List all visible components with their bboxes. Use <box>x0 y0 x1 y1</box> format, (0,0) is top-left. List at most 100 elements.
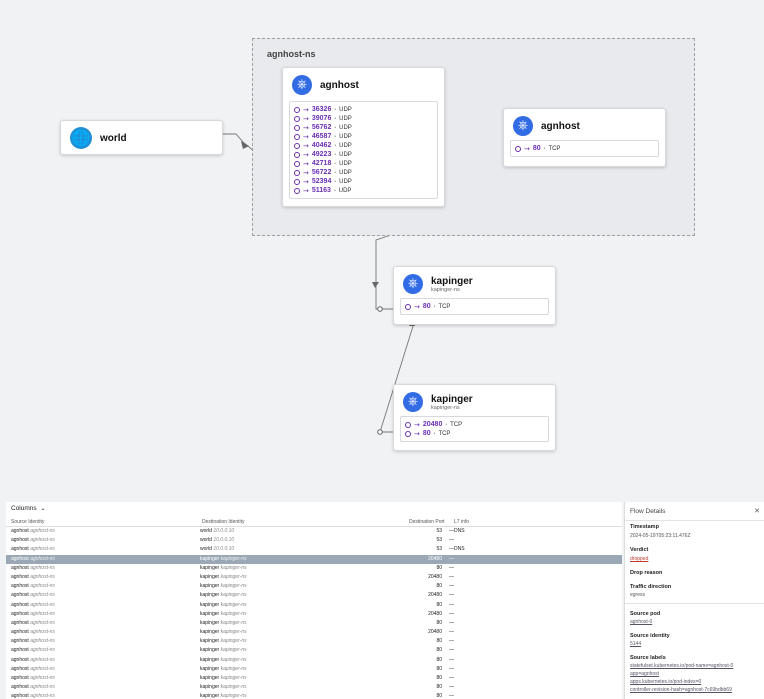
port-status-icon <box>405 430 411 437</box>
table-row[interactable]: agnhost agnhost-ns kapinger kapinger-ns 80… <box>6 683 622 692</box>
cell-port: 80 <box>436 619 442 626</box>
service-map-canvas[interactable]: agnhost-ns 🌐 world ⎈ agnhost → 36326 • UDP →… <box>0 0 764 500</box>
port-protocol: UDP <box>339 106 352 113</box>
port-row: → 49223 • UDP <box>294 150 433 159</box>
table-row[interactable]: agnhost agnhost-ns kapinger kapinger-ns 80… <box>6 564 622 573</box>
cell-source: agnhost agnhost-ns <box>11 601 55 610</box>
cell-source: agnhost agnhost-ns <box>11 692 55 699</box>
cell-source: agnhost agnhost-ns <box>11 527 55 536</box>
cell-source: agnhost agnhost-ns <box>11 536 55 545</box>
cell-port: 80 <box>436 675 442 681</box>
source-namespace: agnhost-ns <box>30 610 55 617</box>
source-name: agnhost <box>11 656 29 663</box>
port-status-icon <box>294 124 300 131</box>
table-row[interactable]: agnhost agnhost-ns kapinger kapinger-ns 80… <box>6 665 622 674</box>
cell-l7: — <box>449 564 454 571</box>
port-protocol: UDP <box>339 133 352 140</box>
separator-dot: • <box>334 124 337 131</box>
table-row[interactable]: agnhost agnhost-ns kapinger kapinger-ns 80… <box>6 637 622 646</box>
source-namespace: agnhost-ns <box>30 675 55 681</box>
port-number: 42718 <box>311 160 332 167</box>
source-name: agnhost <box>11 592 29 599</box>
table-row[interactable]: agnhost agnhost-ns kapinger kapinger-ns 20… <box>6 554 622 564</box>
node-agnhost-source[interactable]: ⎈ agnhost → 36326 • UDP → 39076 • UDP → 56762 • UDP… <box>282 67 445 207</box>
columns-button[interactable]: Columns ⌄ <box>11 505 46 512</box>
cell-destination: kapinger kapinger-ns <box>200 582 247 591</box>
cell-l7: —DNS <box>449 546 465 553</box>
cell-source: agnhost agnhost-ns <box>11 582 55 591</box>
node-kapinger-1[interactable]: ⎈ kapinger kapinger-ns → 80 • TCP <box>393 266 556 325</box>
cell-port: 80 <box>436 638 442 645</box>
destination-name: kapinger <box>200 610 220 617</box>
source-name: agnhost <box>11 573 29 580</box>
source-identity-value[interactable]: 5144 <box>630 641 641 647</box>
table-row[interactable]: agnhost agnhost-ns kapinger kapinger-ns 80… <box>6 674 622 683</box>
port-protocol: UDP <box>339 151 352 158</box>
source-name: agnhost <box>11 528 29 534</box>
table-row[interactable]: agnhost agnhost-ns world 10.0.0.10 53 —DNS <box>6 545 622 554</box>
source-name: agnhost <box>11 647 29 654</box>
destination-name: kapinger <box>200 583 220 590</box>
table-row[interactable]: agnhost agnhost-ns world 10.0.0.10 53 —DNS <box>6 527 622 536</box>
table-row[interactable]: agnhost agnhost-ns kapinger kapinger-ns 20… <box>6 573 622 582</box>
table-row[interactable]: agnhost agnhost-ns kapinger kapinger-ns 80… <box>6 692 622 699</box>
column-header-l7[interactable]: L7 info <box>454 519 469 525</box>
column-header-destination[interactable]: Destination Identity <box>202 519 245 525</box>
table-row[interactable]: agnhost agnhost-ns kapinger kapinger-ns 20… <box>6 610 622 619</box>
node-world[interactable]: 🌐 world <box>60 120 223 155</box>
port-status-icon <box>294 115 300 122</box>
table-row[interactable]: agnhost agnhost-ns kapinger kapinger-ns 20… <box>6 591 622 600</box>
source-label-item[interactable]: apps.kubernetes.io/pod-index=0 <box>630 679 701 685</box>
destination-namespace: 10.0.0.10 <box>213 528 235 534</box>
port-status-icon <box>294 106 300 113</box>
source-name: agnhost <box>11 610 29 617</box>
cell-source: agnhost agnhost-ns <box>11 637 55 646</box>
arrow-right-icon: → <box>303 159 309 168</box>
destination-name: kapinger <box>200 619 220 626</box>
source-pod-value[interactable]: agnhost-0 <box>630 619 652 625</box>
cell-source: agnhost agnhost-ns <box>11 545 55 554</box>
table-row[interactable]: agnhost agnhost-ns kapinger kapinger-ns 80… <box>6 582 622 591</box>
node-title: agnhost <box>541 120 580 132</box>
cell-l7: — <box>449 693 454 699</box>
source-name: agnhost <box>11 693 29 699</box>
kubernetes-icon: ⎈ <box>292 75 312 95</box>
cell-port: 80 <box>436 647 442 654</box>
table-row[interactable]: agnhost agnhost-ns world 10.0.0.10 53 — <box>6 536 622 545</box>
table-row[interactable]: agnhost agnhost-ns kapinger kapinger-ns 80… <box>6 646 622 655</box>
cell-destination: kapinger kapinger-ns <box>200 665 247 674</box>
port-row: → 56722 • UDP <box>294 168 433 177</box>
port-list: → 80 • TCP <box>400 298 549 315</box>
destination-namespace: kapinger-ns <box>220 555 247 562</box>
port-protocol: TCP <box>548 145 561 152</box>
table-row[interactable]: agnhost agnhost-ns kapinger kapinger-ns 80… <box>6 619 622 628</box>
destination-namespace: kapinger-ns <box>220 665 247 672</box>
destination-namespace: kapinger-ns <box>220 610 247 617</box>
port-row: → 39076 • UDP <box>294 114 433 123</box>
source-label-item[interactable]: app=agnhost <box>630 671 659 677</box>
arrow-right-icon: → <box>414 420 420 429</box>
source-namespace: agnhost-ns <box>30 528 55 534</box>
table-row[interactable]: agnhost agnhost-ns kapinger kapinger-ns 20… <box>6 628 622 637</box>
destination-name: kapinger <box>200 555 220 562</box>
cell-l7: — <box>449 610 454 617</box>
destination-name: kapinger <box>200 601 220 608</box>
destination-name: kapinger <box>200 665 220 672</box>
edge-endpoint <box>377 306 383 312</box>
node-agnhost-dest[interactable]: ⎈ agnhost → 80 • TCP <box>503 108 666 167</box>
node-kapinger-2[interactable]: ⎈ kapinger kapinger-ns → 20480 • TCP → 80 • TCP <box>393 384 556 451</box>
destination-namespace: kapinger-ns <box>220 573 247 580</box>
source-name: agnhost <box>11 564 29 571</box>
table-row[interactable]: agnhost agnhost-ns kapinger kapinger-ns 80… <box>6 656 622 665</box>
cell-destination: kapinger kapinger-ns <box>200 656 247 665</box>
separator-dot: • <box>433 430 436 437</box>
arrow-right-icon: → <box>303 168 309 177</box>
column-header-source[interactable]: Source Identity <box>11 519 44 525</box>
source-label-item[interactable]: controller-revision-hash=agnhost-7c69bdb… <box>630 687 732 693</box>
table-row[interactable]: agnhost agnhost-ns kapinger kapinger-ns 80… <box>6 601 622 610</box>
verdict-value[interactable]: dropped <box>630 556 648 562</box>
close-icon[interactable]: ✕ <box>754 507 760 515</box>
cell-destination: world 10.0.0.10 <box>200 536 234 545</box>
source-label-item[interactable]: statefulset.kubernetes.io/pod-name=agnho… <box>630 663 733 669</box>
column-header-port[interactable]: Destination Port <box>409 519 445 525</box>
